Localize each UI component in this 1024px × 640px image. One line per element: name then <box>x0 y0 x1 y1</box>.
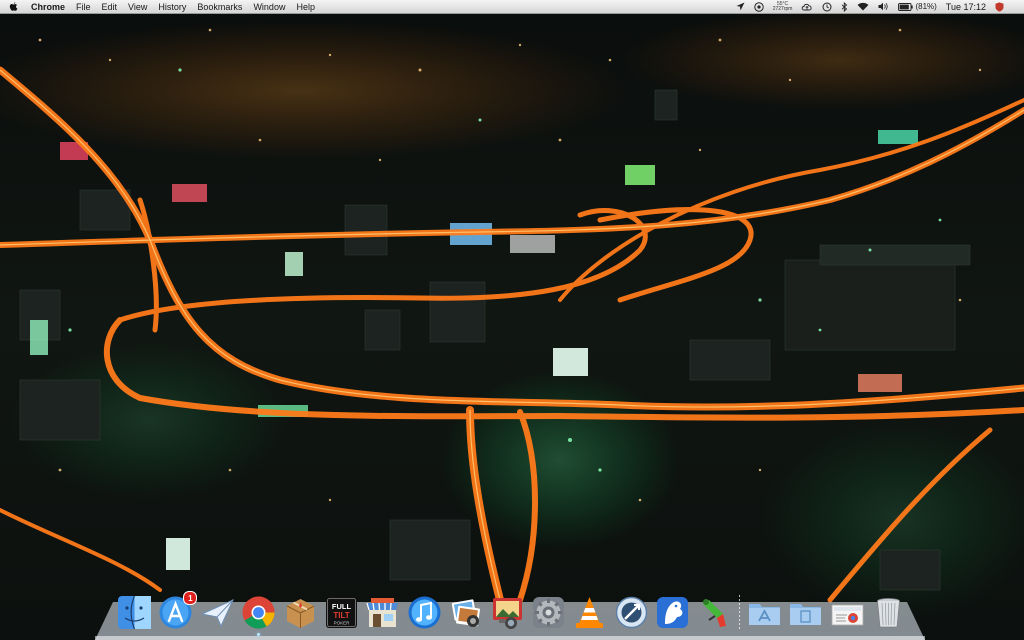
battery-percent: (81%) <box>915 2 937 11</box>
svg-text:TILT: TILT <box>333 611 349 620</box>
menu-window[interactable]: Window <box>253 2 285 12</box>
menu-edit[interactable]: Edit <box>102 2 118 12</box>
menu-view[interactable]: View <box>128 2 147 12</box>
dock: 1 FULL TILT POKER <box>116 589 911 636</box>
cloud-upload-icon[interactable] <box>801 2 813 11</box>
security-shield-icon[interactable] <box>995 1 1004 12</box>
system-preferences-icon[interactable] <box>530 594 567 631</box>
menu-bookmarks[interactable]: Bookmarks <box>197 2 242 12</box>
menu-bar: Chrome File Edit View History Bookmarks … <box>0 0 1024 14</box>
menu-history[interactable]: History <box>158 2 186 12</box>
box-icon[interactable] <box>282 594 319 631</box>
battery-status[interactable]: (81%) <box>898 2 937 11</box>
gear-circle-icon[interactable] <box>754 1 764 12</box>
vlc-icon[interactable] <box>571 594 608 631</box>
temperature-monitor[interactable]: 55°C 2727rpm <box>772 1 793 12</box>
bluetooth-icon[interactable] <box>841 1 848 12</box>
migration-icon[interactable] <box>613 594 650 631</box>
itunes-icon[interactable] <box>406 594 443 631</box>
battery-icon <box>898 2 914 11</box>
app-store-badge: 1 <box>183 591 198 605</box>
adium-icon[interactable] <box>654 594 691 631</box>
clock[interactable]: Tue 17:12 <box>946 2 986 12</box>
svg-text:FULL: FULL <box>332 602 352 611</box>
volume-icon[interactable] <box>878 2 889 11</box>
location-arrow-icon[interactable] <box>736 2 745 11</box>
full-tilt-poker-icon[interactable]: FULL TILT POKER <box>323 594 360 631</box>
status-menus: 55°C 2727rpm (81%) Tue 17:12 <box>727 0 1024 13</box>
desktop-wallpaper <box>0 0 1024 640</box>
mail-icon[interactable] <box>199 594 236 631</box>
svg-text:POKER: POKER <box>334 621 351 626</box>
chrome-icon[interactable] <box>240 594 277 636</box>
app-store-icon[interactable]: 1 <box>157 591 198 631</box>
iphoto-icon[interactable] <box>447 594 484 631</box>
menu-app-name[interactable]: Chrome <box>31 2 65 12</box>
applications-folder-icon[interactable] <box>746 594 783 631</box>
menu-help[interactable]: Help <box>296 2 315 12</box>
apple-menu-icon[interactable] <box>9 1 19 12</box>
documents-folder-icon[interactable] <box>787 594 824 631</box>
menu-file[interactable]: File <box>76 2 91 12</box>
wifi-icon[interactable] <box>857 2 869 11</box>
finder-icon[interactable] <box>116 594 153 631</box>
photo-booth-icon[interactable] <box>489 594 526 631</box>
fan-speed-reading: 2727rpm <box>772 5 793 12</box>
dock-shelf-edge <box>95 636 925 640</box>
time-machine-icon[interactable] <box>822 2 832 12</box>
store-icon[interactable] <box>364 594 401 631</box>
trash-icon[interactable] <box>870 594 907 631</box>
squirrel-icon[interactable] <box>695 594 732 631</box>
dock-separator <box>738 595 740 629</box>
downloads-stack-icon[interactable] <box>829 594 866 631</box>
